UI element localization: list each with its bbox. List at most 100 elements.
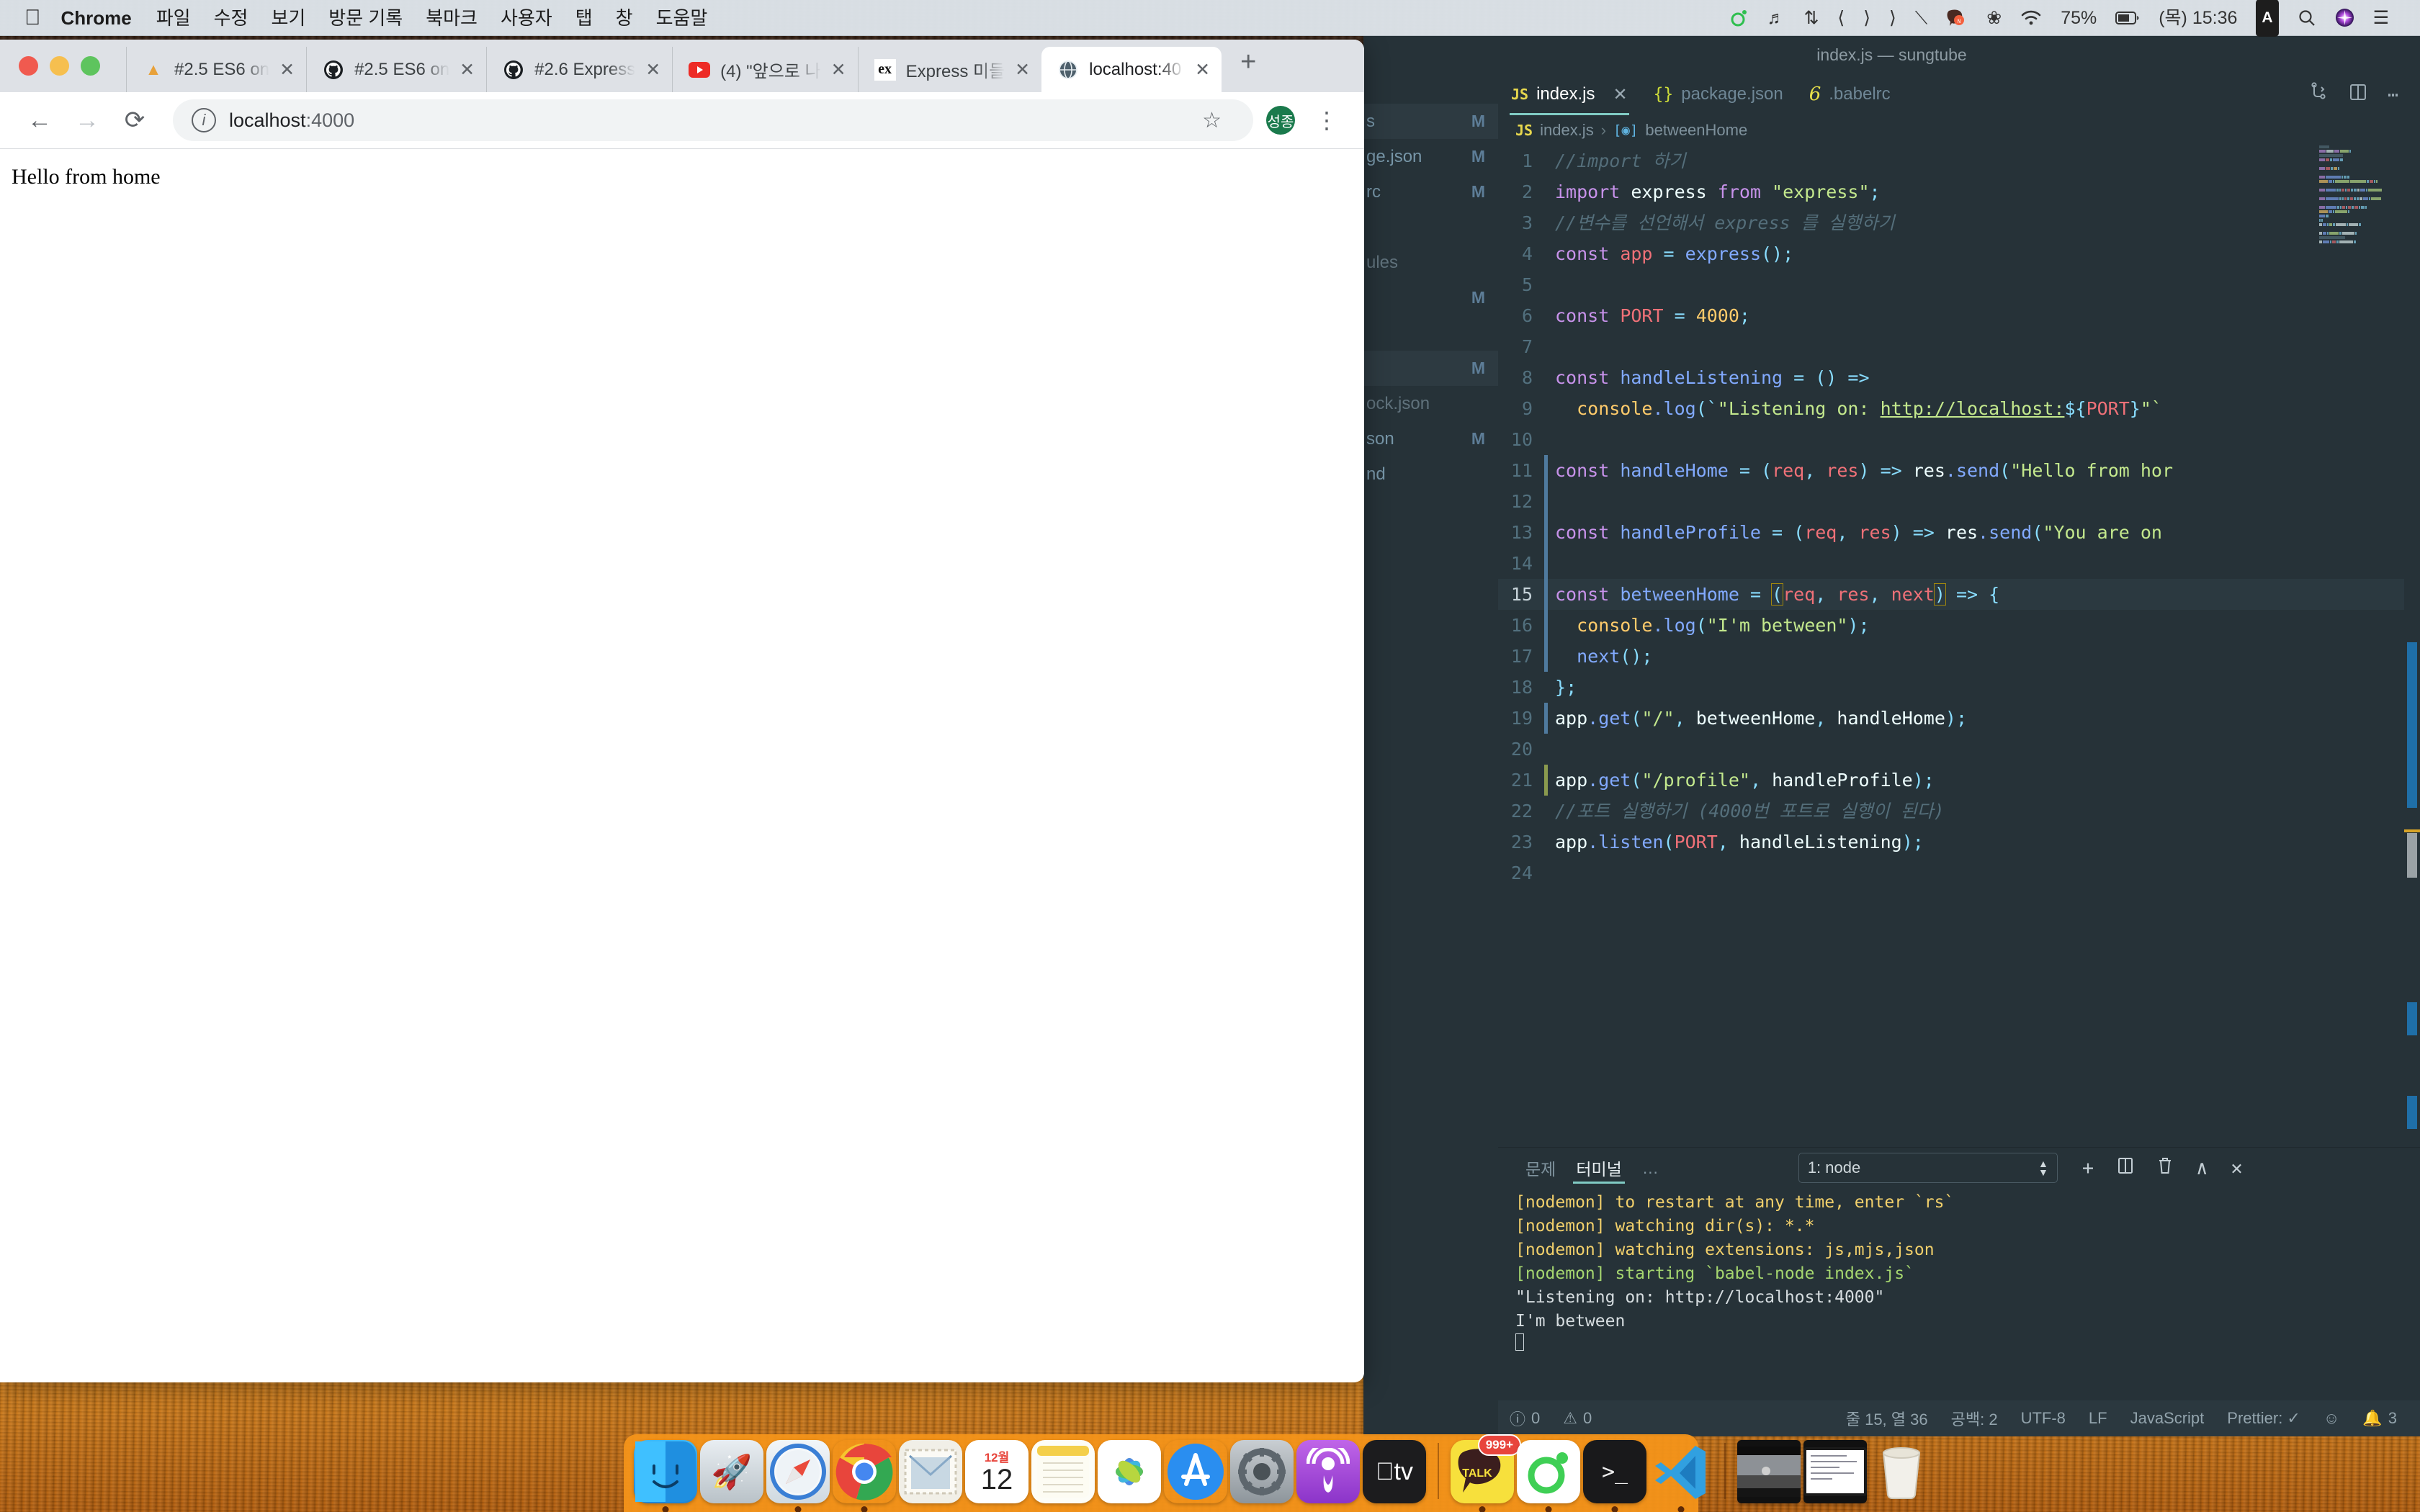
code-line[interactable]: 20 bbox=[1498, 734, 2420, 765]
status-notifications[interactable]: 🔔 3 bbox=[2351, 1409, 2408, 1428]
close-icon[interactable]: ✕ bbox=[1613, 84, 1627, 105]
code-line[interactable]: 22 //포트 실행하기 (4000번 포트로 실행이 된다) bbox=[1498, 796, 2420, 827]
page-viewport[interactable]: Hello from home bbox=[0, 148, 1364, 1382]
music-note-icon[interactable]: ♬ bbox=[1757, 0, 1794, 36]
vscode-status-bar[interactable]: ⓘ 0 ⚠ 0 줄 15, 열 36 공백: 2 UTF-8 LF JavaSc… bbox=[1498, 1400, 2420, 1436]
close-icon[interactable]: ✕ bbox=[279, 59, 295, 81]
menubar-item-edit[interactable]: 수정 bbox=[202, 0, 260, 36]
code-line[interactable]: 18}; bbox=[1498, 672, 2420, 703]
code-line[interactable]: 9 console.log(`"Listening on: http://loc… bbox=[1498, 393, 2420, 424]
dock-item-kakaotalk[interactable]: TALK 999+ bbox=[1451, 1434, 1521, 1512]
apple-logo-icon[interactable]:  bbox=[24, 0, 54, 36]
code-editor[interactable]: 1 //import 하기 2 import express from "expres… bbox=[1498, 145, 2420, 1147]
avatar[interactable]: 성종 bbox=[1266, 106, 1295, 135]
code-line[interactable]: 7 bbox=[1498, 331, 2420, 362]
chrome-tab[interactable]: ▲ #2.5 ES6 on ✕ bbox=[126, 47, 306, 92]
shuffle-icon[interactable]: ⟍ bbox=[1906, 0, 1937, 36]
explorer-row[interactable]: rc M bbox=[1363, 174, 1498, 210]
maximize-window-button[interactable] bbox=[81, 56, 100, 76]
play-icon[interactable]: ⟩ bbox=[1854, 0, 1880, 36]
code-line[interactable]: 16 console.log("I'm between"); bbox=[1498, 610, 2420, 641]
panel-tab-terminal[interactable]: 터미널 bbox=[1566, 1148, 1631, 1188]
window-traffic-lights[interactable] bbox=[19, 40, 126, 92]
dock-item-app-store[interactable] bbox=[1164, 1440, 1227, 1503]
status-formatter[interactable]: Prettier: ✓ bbox=[2215, 1409, 2312, 1428]
status-language-mode[interactable]: JavaScript bbox=[2119, 1409, 2216, 1428]
code-line[interactable]: 10 bbox=[1498, 424, 2420, 455]
status-cursor-position[interactable]: 줄 15, 열 36 bbox=[1834, 1407, 1940, 1430]
dock-item-notes[interactable] bbox=[1031, 1440, 1095, 1503]
explorer-row[interactable] bbox=[1363, 315, 1498, 351]
dock-item-text-doc[interactable] bbox=[1803, 1440, 1867, 1503]
siri-icon[interactable] bbox=[2326, 8, 2364, 27]
bookmark-star-icon[interactable]: ☆ bbox=[1189, 108, 1234, 133]
dock-item-trash[interactable] bbox=[1870, 1440, 1933, 1503]
code-line[interactable]: 23 app.listen(PORT, handleListening); bbox=[1498, 827, 2420, 858]
new-tab-button[interactable]: + bbox=[1222, 40, 1275, 92]
breadcrumb-symbol[interactable]: betweenHome bbox=[1645, 121, 1747, 140]
close-icon[interactable]: ✕ bbox=[1015, 59, 1030, 81]
explorer-row[interactable]: M bbox=[1363, 280, 1498, 315]
chrome-tab-active[interactable]: localhost:40 ✕ bbox=[1041, 47, 1222, 92]
macos-dock[interactable]: 🚀 12월 12 tv TALK 999+ bbox=[624, 1434, 1921, 1512]
code-line[interactable]: 24 bbox=[1498, 858, 2420, 888]
status-errors[interactable]: ⓘ 0 bbox=[1498, 1407, 1551, 1430]
dock-item-keynote-doc[interactable] bbox=[1737, 1440, 1801, 1503]
next-track-icon[interactable]: ⟩ bbox=[1880, 0, 1906, 36]
chrome-toolbar[interactable]: ← → ⟳ i localhost:4000 ☆ 성종 ⋮ bbox=[0, 92, 1364, 148]
chrome-browser-window[interactable]: ▲ #2.5 ES6 on ✕ #2.5 ES6 on ✕ #2.6 Expre… bbox=[0, 40, 1364, 1382]
address-bar[interactable]: i localhost:4000 ☆ bbox=[173, 99, 1253, 141]
dock-item-line[interactable] bbox=[1517, 1440, 1580, 1512]
terminal-select[interactable]: 1: node ▲ ▼ bbox=[1798, 1153, 2058, 1183]
dock-item-system-preferences[interactable] bbox=[1230, 1440, 1294, 1503]
dock-item-photos[interactable] bbox=[1098, 1440, 1161, 1503]
wifi-icon[interactable] bbox=[2011, 9, 2051, 27]
explorer-row[interactable]: nd bbox=[1363, 456, 1498, 492]
dock-item-apple-tv[interactable]: tv bbox=[1363, 1440, 1426, 1503]
maximize-panel-icon[interactable]: ∧ bbox=[2184, 1157, 2219, 1179]
code-line[interactable]: 11 const handleHome = (req, res) => res.s… bbox=[1498, 455, 2420, 486]
dock-item-safari[interactable] bbox=[766, 1440, 830, 1512]
editor-tab-index-js[interactable]: JS index.js ✕ bbox=[1498, 73, 1641, 115]
panel-more-icon[interactable]: … bbox=[1632, 1148, 1669, 1188]
chrome-tab[interactable]: #2.5 ES6 on ✕ bbox=[306, 47, 486, 92]
code-line[interactable]: 6 const PORT = 4000; bbox=[1498, 300, 2420, 331]
site-info-icon[interactable]: i bbox=[192, 108, 216, 132]
explorer-row[interactable]: ules bbox=[1363, 245, 1498, 280]
status-eol[interactable]: LF bbox=[2077, 1409, 2119, 1428]
repeat-icon[interactable]: ⇅ bbox=[1794, 0, 1828, 36]
dock-item-mail[interactable] bbox=[899, 1440, 962, 1503]
status-warnings[interactable]: ⚠ 0 bbox=[1551, 1409, 1603, 1428]
status-encoding[interactable]: UTF-8 bbox=[2009, 1409, 2077, 1428]
dock-item-podcasts[interactable] bbox=[1296, 1440, 1360, 1503]
code-line[interactable]: 2 import express from "express"; bbox=[1498, 176, 2420, 207]
close-icon[interactable]: ✕ bbox=[645, 59, 660, 81]
code-line[interactable]: 8 const handleListening = () => bbox=[1498, 362, 2420, 393]
dock-item-chrome[interactable] bbox=[833, 1440, 896, 1512]
vscode-bottom-panel[interactable]: 문제 터미널 … 1: node ▲ ▼ + ∧ ✕ [nodemon] to … bbox=[1498, 1147, 2420, 1400]
code-line[interactable]: 13 const handleProfile = (req, res) => re… bbox=[1498, 517, 2420, 548]
chrome-tab[interactable]: #2.6 Express ✕ bbox=[486, 47, 672, 92]
split-terminal-icon[interactable] bbox=[2105, 1156, 2146, 1180]
explorer-row[interactable]: son M bbox=[1363, 421, 1498, 456]
input-source-indicator[interactable]: A bbox=[2246, 0, 2287, 37]
address-bar-url[interactable]: localhost:4000 bbox=[229, 109, 354, 132]
editor-scrollbar[interactable] bbox=[2404, 145, 2420, 1147]
chrome-tab[interactable]: ex Express 미들 ✕ bbox=[857, 47, 1041, 92]
forward-icon[interactable]: → bbox=[66, 99, 108, 141]
code-line[interactable]: 3 //변수를 선언해서 express 를 실행하기 bbox=[1498, 207, 2420, 238]
close-icon[interactable]: ✕ bbox=[831, 59, 846, 81]
breadcrumb[interactable]: JS index.js › [◉] betweenHome bbox=[1498, 115, 2420, 145]
menubar-item-view[interactable]: 보기 bbox=[259, 0, 317, 36]
minimize-window-button[interactable] bbox=[50, 56, 69, 76]
code-line[interactable]: 5 bbox=[1498, 269, 2420, 300]
code-line[interactable]: 1 //import 하기 bbox=[1498, 145, 2420, 176]
reload-icon[interactable]: ⟳ bbox=[114, 99, 156, 141]
chrome-menu-icon[interactable]: ⋮ bbox=[1308, 109, 1345, 132]
more-actions-icon[interactable]: ⋯ bbox=[2378, 84, 2408, 105]
spotlight-search-icon[interactable] bbox=[2288, 9, 2326, 27]
code-line[interactable]: 15 const betweenHome = (req, res, next) =… bbox=[1498, 579, 2420, 610]
kill-terminal-icon[interactable] bbox=[2146, 1156, 2184, 1180]
menubar-item-profiles[interactable]: 사용자 bbox=[489, 0, 564, 36]
vscode-explorer-sidebar[interactable]: sM ge.json M rc M ules M M ock.json son M n… bbox=[1363, 73, 1498, 1436]
